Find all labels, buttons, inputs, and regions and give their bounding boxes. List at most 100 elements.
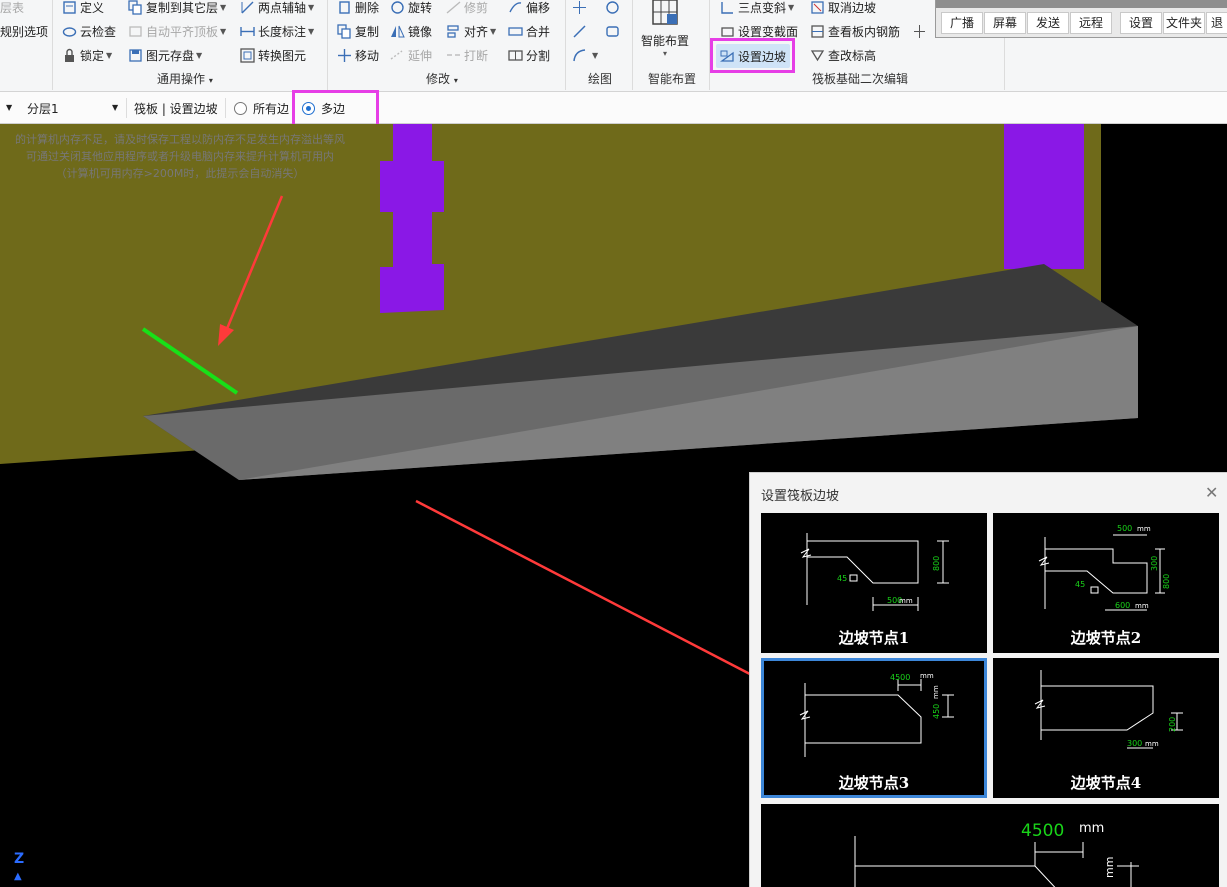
modify-elevation-button[interactable]: 查改标高 [810,44,876,66]
node-2-label: 边坡节点2 [1070,629,1142,647]
unit-text: mm [1137,525,1151,533]
trim-button[interactable]: 修剪 [446,0,488,18]
remote-button[interactable]: 远程 [1070,12,1112,34]
align-label: 对齐 [464,24,489,39]
merge-icon [508,24,523,39]
class-options-button[interactable]: 规别选项 [0,20,48,42]
cloud-check-button[interactable]: 云检查 [62,20,116,42]
column-2 [1004,124,1084,269]
mirror-button[interactable]: 镜像 [390,20,432,42]
extra-tool-button[interactable] [912,20,930,42]
folder-button[interactable]: 文件夹 [1163,12,1205,34]
rotate-button[interactable]: 旋转 [390,0,432,18]
cloud-check-label: 云检查 [80,24,117,39]
move-button[interactable]: 移动 [337,44,379,66]
broadcast-button[interactable]: 广播 [941,12,983,34]
rebar-icon [810,24,825,39]
auto-flush-icon [128,24,143,39]
preview-dim-text: 4500 [1021,821,1064,841]
offset-label: 偏移 [526,0,551,15]
chevron-down-icon: ▼ [788,2,795,12]
send-button[interactable]: 发送 [1027,12,1069,34]
convert-element-button[interactable]: 转换图元 [240,44,306,66]
draw-line-button[interactable] [572,20,590,42]
chevron-down-icon: ▼ [196,50,203,60]
break-icon [446,48,461,63]
break-button[interactable]: 打断 [446,44,488,66]
auto-flush-button[interactable]: 自动平齐顶板 ▼ [128,20,226,42]
move-icon [337,48,352,63]
copy-button[interactable]: 复制 [337,20,379,42]
extend-label: 延伸 [408,48,433,63]
copy-layer-icon [128,0,143,15]
extend-button[interactable]: 延伸 [390,44,432,66]
node-1-diagram: 800 45 500 mm [800,533,949,611]
view-slab-rebar-button[interactable]: 查看板内钢筋 [810,20,900,42]
layer-table-label: 层表 [0,0,25,15]
set-variable-section-label: 设置变截面 [738,24,799,39]
length-dim-label: 长度标注 [258,24,307,39]
modify-elevation-label: 查改标高 [828,48,877,63]
close-icon[interactable]: ✕ [1205,483,1218,502]
remote-toolbar-titlebar [936,0,1227,8]
toolbar-divider [225,98,226,118]
chevron-down-icon: ▼ [220,2,227,12]
exit-button[interactable]: 退 [1206,12,1227,34]
cancel-edge-slope-button[interactable]: 取消边坡 [810,0,876,18]
element-save-icon [128,48,143,63]
split-icon [508,48,523,63]
unit-text: mm [1145,740,1159,748]
align-button[interactable]: 对齐 ▼ [446,20,496,42]
chevron-down-icon: ▼ [220,26,227,36]
draw-circle-button[interactable] [605,0,623,18]
define-button[interactable]: 定义 [62,0,104,18]
length-dim-button[interactable]: 长度标注 ▼ [240,20,314,42]
smart-layout-button[interactable]: 智能布置 ▾ [640,0,690,66]
node-2-diagram: 500 300 800 45 600 mm mm [1038,524,1171,611]
layer-table-button[interactable]: 层表 [0,0,24,18]
dim-text: 600 [1115,601,1130,610]
layer-select[interactable]: 分层1 ▼ [20,100,120,117]
two-point-axis-button[interactable]: 两点辅轴 ▼ [240,0,314,18]
offset-button[interactable]: 偏移 [508,0,550,18]
convert-icon [240,47,255,63]
view-slab-rebar-label: 查看板内钢筋 [828,24,901,39]
memory-warning-line: （计算机可用内存>200M时，此提示会自动消失） [55,167,305,180]
slope-node-2[interactable]: 500 300 800 45 600 mm mm 边坡节点2 [993,513,1219,653]
dim-text: 4500 [890,673,910,682]
highlight-set-edge-slope [710,38,795,73]
radio-circle [234,102,247,115]
slope-node-3[interactable]: 4500 450 mm mm 边坡节点3 [761,658,987,798]
element-save-button[interactable]: 图元存盘 ▼ [128,44,202,66]
draw-rect-button[interactable] [605,20,623,42]
memory-warning-line: 可通过关闭其他应用程序或者升级电脑内存来提升计算机可用内 [26,150,334,163]
class-options-label: 规别选项 [0,24,49,39]
screen-button[interactable]: 屏幕 [984,12,1026,34]
delete-icon [337,0,352,15]
slope-node-1[interactable]: 800 45 500 mm 边坡节点1 [761,513,987,653]
merge-button[interactable]: 合并 [508,20,550,42]
arc-icon [572,48,587,63]
layer-select-value: 分层1 [27,102,59,116]
cancel-edge-slope-label: 取消边坡 [828,0,877,15]
group-separator [565,0,566,90]
slope-node-4[interactable]: 200 300 mm 边坡节点4 [993,658,1219,798]
set-raft-slope-dialog: 设置筏板边坡 ✕ 800 45 500 mm 边坡节点1 500 300 800… [749,472,1227,887]
split-button[interactable]: 分割 [508,44,550,66]
three-point-slope-button[interactable]: 三点变斜 ▼ [720,0,794,18]
copy-to-layer-button[interactable]: 复制到其它层 ▼ [128,0,226,18]
draw-arc-button[interactable]: ▼ [572,44,598,66]
lock-button[interactable]: 锁定 ▼ [62,44,112,66]
delete-label: 删除 [355,0,380,15]
radio-all-edges[interactable]: 所有边 [234,100,289,117]
settings-button[interactable]: 设置 [1120,12,1162,34]
unit-text: mm [920,672,934,680]
draw-point-button[interactable] [572,0,590,18]
copy-to-layer-label: 复制到其它层 [146,0,219,15]
dim-text: 45 [1075,580,1085,589]
circle-icon [605,0,620,15]
node-1-label: 边坡节点1 [838,629,910,647]
two-point-axis-label: 两点辅轴 [258,0,307,15]
element-save-label: 图元存盘 [146,48,195,63]
delete-button[interactable]: 删除 [337,0,379,18]
